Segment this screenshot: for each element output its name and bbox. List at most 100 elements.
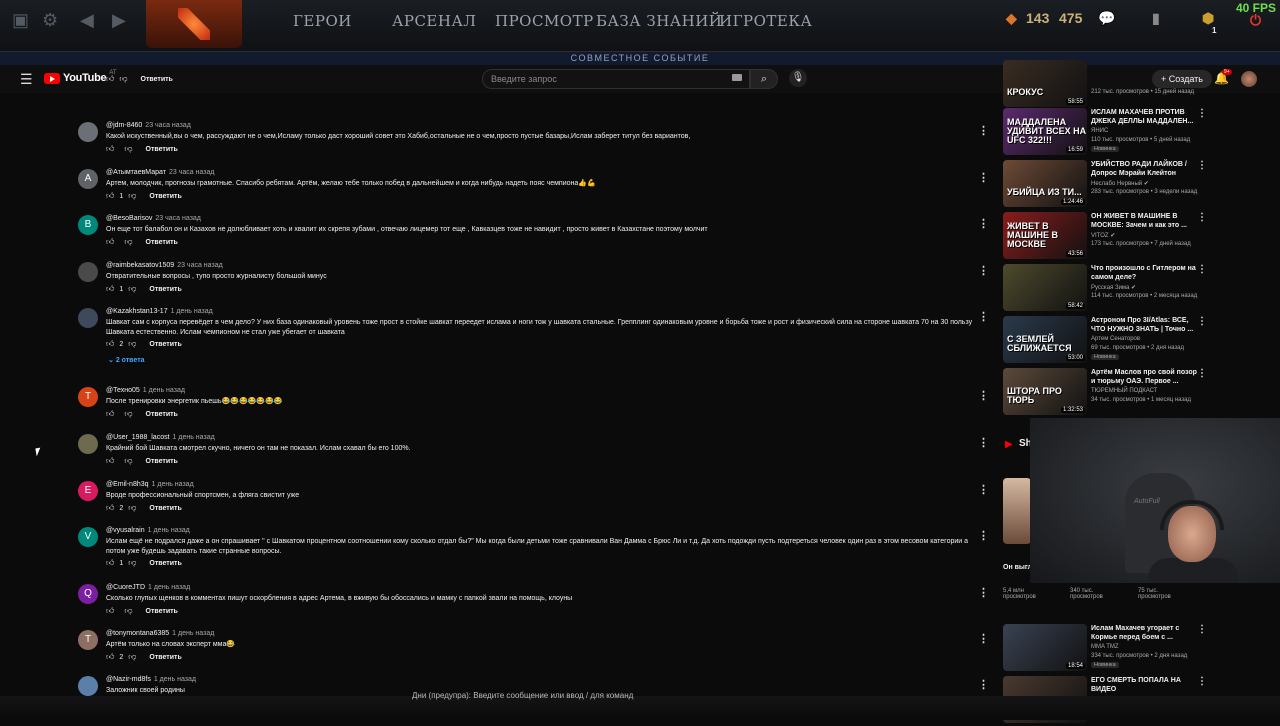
video-thumbnail[interactable]: КРОКУС 58:55 (1003, 60, 1087, 107)
comment-timestamp[interactable]: 23 часа назад (169, 169, 214, 176)
reply-button[interactable]: Ответить (149, 560, 181, 567)
commenter-avatar[interactable] (78, 122, 98, 142)
video-thumbnail[interactable]: 58:42 (1003, 264, 1087, 311)
commenter-avatar[interactable]: V (78, 527, 98, 547)
nav-armory[interactable]: АРСЕНАЛ (392, 12, 476, 30)
chat-icon[interactable]: 💬 (1098, 10, 1115, 27)
dislike-icon[interactable]: 👎︎ (124, 606, 132, 616)
nav-arcade[interactable]: ИГРОТЕКА (719, 12, 812, 30)
comment-author[interactable]: @User_1988_lacost (106, 434, 170, 441)
short-thumbnail[interactable] (1003, 478, 1031, 544)
video-channel[interactable]: Артем Сенаторов (1091, 336, 1140, 342)
dota-logo[interactable] (146, 0, 242, 48)
dislike-icon[interactable]: 👎︎ (124, 409, 132, 419)
gear-icon[interactable]: ⚙ (42, 10, 62, 30)
video-title[interactable]: ИСЛАМ МАХАЧЕВ ПРОТИВ ДЖЕКА ДЕЛЛЫ МАДДАЛЕ… (1091, 108, 1197, 126)
nav-heroes[interactable]: ГЕРОИ (293, 12, 352, 30)
reply-button[interactable]: Ответить (149, 286, 181, 293)
commenter-avatar[interactable]: E (78, 481, 98, 501)
comment-menu-icon[interactable]: ⋮ (978, 483, 989, 496)
related-video[interactable]: ШТОРА ПРО ТЮРЬ 1:32:53 Артём Маслов про … (1003, 368, 1215, 418)
like-icon[interactable]: 👍︎ (106, 503, 114, 513)
commenter-avatar[interactable]: Т (78, 387, 98, 407)
comment-menu-icon[interactable]: ⋮ (978, 678, 989, 691)
commenter-avatar[interactable]: T (78, 630, 98, 650)
like-icon[interactable]: 👍︎ (106, 191, 114, 201)
commenter-avatar[interactable] (78, 676, 98, 696)
comment-author[interactable]: @raimbekasatov1509 (106, 262, 174, 269)
comment-timestamp[interactable]: 1 день назад (172, 630, 214, 637)
video-title[interactable]: Артём Маслов про свой позор и тюрьму ОАЭ… (1091, 368, 1197, 386)
like-icon[interactable]: 👍︎ (106, 606, 114, 616)
dislike-icon[interactable]: 👎︎ (128, 339, 136, 349)
video-title[interactable]: Ислам Махачев угорает с Кормье перед бое… (1091, 624, 1197, 642)
reply-button[interactable]: Ответить (146, 239, 178, 246)
like-icon[interactable]: 👍︎ (106, 74, 114, 84)
comment-menu-icon[interactable]: ⋮ (978, 436, 989, 449)
reply-button[interactable]: Ответить (149, 654, 181, 661)
comment-author[interactable]: @АтымтаевМарат (106, 169, 166, 176)
comment-timestamp[interactable]: 1 день назад (143, 387, 185, 394)
inventory-icon[interactable]: ▮ (1152, 10, 1160, 27)
related-video[interactable]: 58:42 Что произошло с Гитлером на самом … (1003, 264, 1215, 314)
related-video[interactable]: УБИЙЦА ИЗ ТИ... 1:24:46 УБИЙСТВО РАДИ ЛА… (1003, 160, 1215, 210)
video-channel[interactable]: VITOZ ✔ (1091, 232, 1115, 239)
comment-menu-icon[interactable]: ⋮ (978, 124, 989, 137)
related-video[interactable]: ЖИВЕТ В МАШИНЕ В МОСКВЕ 43:56 ОН ЖИВЕТ В… (1003, 212, 1215, 262)
dislike-icon[interactable]: 👎︎ (119, 74, 127, 84)
comment-menu-icon[interactable]: ⋮ (978, 389, 989, 402)
video-title[interactable]: ЕГО СМЕРТЬ ПОПАЛА НА ВИДЕО (1091, 676, 1197, 694)
commenter-avatar[interactable]: А (78, 169, 98, 189)
forward-arrow-icon[interactable]: ▶ (112, 10, 132, 30)
video-channel[interactable]: MMA TMZ (1091, 644, 1119, 650)
nav-watch[interactable]: ПРОСМОТР (495, 12, 594, 30)
dislike-icon[interactable]: 👎︎ (128, 558, 136, 568)
video-thumbnail[interactable]: С ЗЕМЛЕЙ СБЛИЖАЕТСЯ 53:00 (1003, 316, 1087, 363)
reply-button[interactable]: Ответить (149, 505, 181, 512)
video-channel[interactable]: Неслабо Нервный ✔ (1091, 180, 1149, 187)
video-thumbnail[interactable]: МАДДАЛЕНА УДИВИТ ВСЕХ НА UFC 322!!! 16:5… (1003, 108, 1087, 155)
related-video[interactable]: МАДДАЛЕНА УДИВИТ ВСЕХ НА UFC 322!!! 16:5… (1003, 108, 1215, 158)
related-video[interactable]: КРОКУС 58:55 212 тыс. просмотров • 15 дн… (1003, 60, 1215, 110)
back-arrow-icon[interactable]: ◀ (80, 10, 100, 30)
video-menu-icon[interactable]: ⋮ (1197, 316, 1207, 327)
video-channel[interactable]: ТЮРЕМНЫЙ ПОДКАСТ (1091, 388, 1157, 394)
comment-timestamp[interactable]: 1 день назад (148, 584, 190, 591)
commenter-avatar[interactable] (78, 262, 98, 282)
comment-timestamp[interactable]: 1 день назад (152, 481, 194, 488)
like-icon[interactable]: 👍︎ (106, 144, 114, 154)
view-replies-button[interactable]: ⌄ 2 ответа (108, 356, 145, 364)
commenter-avatar[interactable] (78, 308, 98, 328)
dislike-icon[interactable]: 👎︎ (128, 503, 136, 513)
chat-input[interactable]: Дни (предупра): Введите сообщение или вв… (412, 691, 633, 700)
comment-timestamp[interactable]: 23 часа назад (155, 215, 200, 222)
video-menu-icon[interactable]: ⋮ (1197, 676, 1207, 687)
video-thumbnail[interactable]: 18:54 (1003, 624, 1087, 671)
comment-timestamp[interactable]: 1 день назад (154, 676, 196, 683)
nav-learn[interactable]: БАЗА ЗНАНИЙ (596, 12, 722, 30)
reply-button[interactable]: Ответить (146, 458, 178, 465)
reply-button[interactable]: Ответить (149, 341, 181, 348)
video-menu-icon[interactable]: ⋮ (1197, 264, 1207, 275)
video-thumbnail[interactable]: ШТОРА ПРО ТЮРЬ 1:32:53 (1003, 368, 1087, 415)
commenter-avatar[interactable]: Q (78, 584, 98, 604)
reply-button[interactable]: Ответить (146, 411, 178, 418)
comment-timestamp[interactable]: 1 день назад (173, 434, 215, 441)
video-thumbnail[interactable]: ЖИВЕТ В МАШИНЕ В МОСКВЕ 43:56 (1003, 212, 1087, 259)
comment-author[interactable]: @CuoreJTD (106, 584, 145, 591)
video-menu-icon[interactable]: ⋮ (1197, 368, 1207, 379)
comment-menu-icon[interactable]: ⋮ (978, 632, 989, 645)
video-thumbnail[interactable]: УБИЙЦА ИЗ ТИ... 1:24:46 (1003, 160, 1087, 207)
like-icon[interactable]: 👍︎ (106, 558, 114, 568)
reply-button[interactable]: Ответить (146, 608, 178, 615)
like-icon[interactable]: 👍︎ (106, 652, 114, 662)
video-title[interactable]: Астроном Про 3I/Atlas: ВСЕ, ЧТО НУЖНО ЗН… (1091, 316, 1197, 334)
video-title[interactable]: УБИЙСТВО РАДИ ЛАЙКОВ / Допрос Мэрайи Кле… (1091, 160, 1197, 178)
dislike-icon[interactable]: 👎︎ (124, 144, 132, 154)
video-menu-icon[interactable]: ⋮ (1197, 160, 1207, 171)
reply-button[interactable]: Ответить (141, 76, 173, 83)
related-video[interactable]: 18:54 Ислам Махачев угорает с Кормье пер… (1003, 624, 1215, 674)
comment-author[interactable]: @Nazir-md8fs (106, 676, 151, 683)
video-menu-icon[interactable]: ⋮ (1197, 624, 1207, 635)
video-title[interactable]: ОН ЖИВЕТ В МАШИНЕ В МОСКВЕ: Зачем и как … (1091, 212, 1197, 230)
